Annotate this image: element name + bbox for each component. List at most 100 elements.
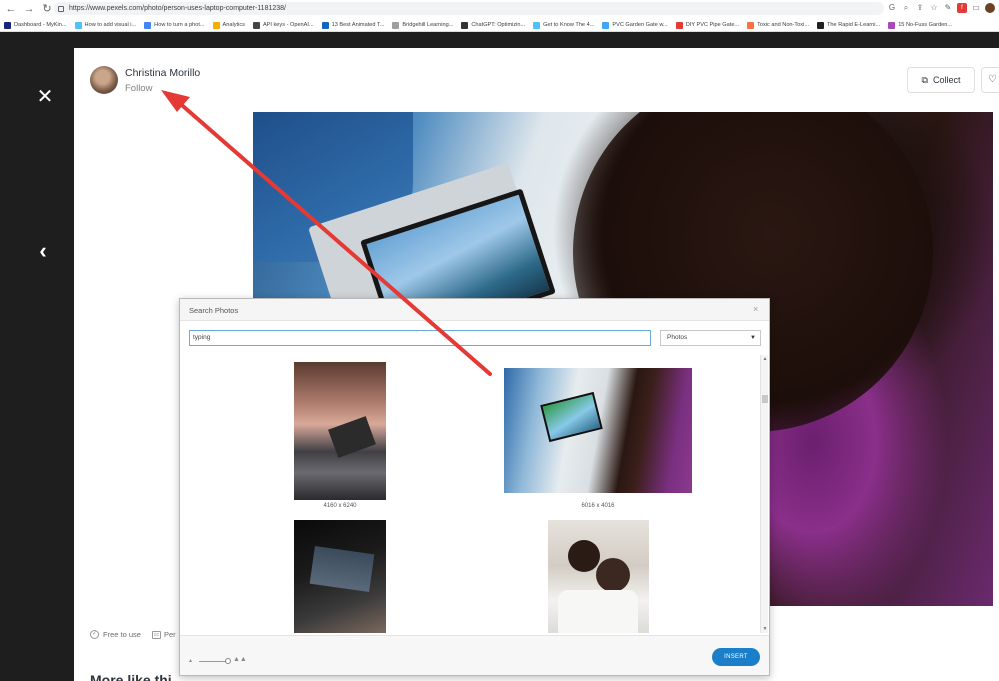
screen: ← → ↻ https://www.pexels.com/photo/perso… xyxy=(0,0,999,681)
bookmark-item[interactable]: How to add visual i... xyxy=(74,21,137,29)
bookmark-item[interactable]: Analytics xyxy=(212,21,245,29)
collect-label: Collect xyxy=(932,75,961,85)
bookmark-favicon-icon xyxy=(461,21,469,29)
share-icon[interactable]: ⇪ xyxy=(915,3,925,13)
back-arrow-icon[interactable]: ← xyxy=(4,2,18,16)
bookmark-favicon-icon xyxy=(392,21,400,29)
previous-photo-chevron-icon[interactable]: ‹ xyxy=(34,240,52,262)
star-icon[interactable]: ☆ xyxy=(929,3,939,13)
bookmark-label: 13 Best Animated T... xyxy=(331,22,385,28)
side-panel-icon[interactable]: ▭ xyxy=(971,3,981,13)
chevron-down-icon: ▼ xyxy=(750,335,756,341)
flipboard-extension-icon[interactable]: f xyxy=(957,3,967,13)
media-type-value: Photos xyxy=(667,334,688,341)
bookmark-favicon-icon xyxy=(252,21,260,29)
bookmark-label: The Rapid E-Learni... xyxy=(827,22,881,28)
free-to-use-badge[interactable]: ✓ Free to use xyxy=(90,630,141,639)
search-photos-dialog: Search Photos × typing Photos ▼ 4160 x 6… xyxy=(179,298,770,676)
bookmark-item[interactable]: How to turn a phot... xyxy=(144,21,205,29)
bookmark-label: 15 No-Fuss Garden... xyxy=(898,22,952,28)
lightbox-backdrop: ✕ ‹ xyxy=(0,32,74,681)
author-avatar[interactable] xyxy=(90,66,118,94)
heart-icon: ♡ xyxy=(988,74,997,85)
bookmark-item[interactable]: Toxic and Non-Toxi... xyxy=(747,21,810,29)
bookmark-item[interactable]: Get to Know The 4... xyxy=(533,21,594,29)
bookmark-label: Analytics xyxy=(222,22,245,28)
bookmark-favicon-icon xyxy=(4,21,11,29)
url-text: https://www.pexels.com/photo/person-uses… xyxy=(69,5,286,12)
extensions-icon[interactable]: ✎ xyxy=(943,3,953,13)
bookmark-favicon-icon xyxy=(602,21,610,29)
close-icon[interactable]: ✕ xyxy=(36,87,54,107)
bookmark-item[interactable]: The Rapid E-Learni... xyxy=(817,21,881,29)
thumbnail-size-slider-knob[interactable] xyxy=(225,658,231,664)
bookmark-label: How to add visual i... xyxy=(84,22,137,28)
check-circle-icon: ✓ xyxy=(90,630,99,639)
bookmark-label: Dashboard - MyKin... xyxy=(14,22,67,28)
bookmark-label: DIY PVC Pipe Gate... xyxy=(685,22,740,28)
dialog-header: Search Photos × xyxy=(180,299,769,321)
scroll-thumb[interactable] xyxy=(762,395,768,403)
bookmark-icon: ⧉ xyxy=(921,74,928,85)
bookmark-label: PVC Garden Gate w... xyxy=(612,22,668,28)
scroll-down-arrow-icon[interactable]: ▼ xyxy=(761,625,769,633)
result-dimensions: 6016 x 4016 xyxy=(581,503,615,509)
bookmark-favicon-icon xyxy=(747,21,755,29)
more-like-this-heading: More like thi xyxy=(90,672,172,681)
browser-actions: G ⌕ ⇪ ☆ ✎ f ▭ xyxy=(887,3,995,13)
browser-toolbar: ← → ↻ https://www.pexels.com/photo/perso… xyxy=(0,0,999,18)
bookmark-item[interactable]: 15 No-Fuss Garden... xyxy=(888,21,952,29)
bookmark-favicon-icon xyxy=(888,21,896,29)
results-grid: 4160 x 6240 6016 x 4016 xyxy=(180,355,757,633)
dialog-title: Search Photos xyxy=(189,306,239,315)
bookmarks-bar: Dashboard - MyKin... How to add visual i.… xyxy=(0,19,999,31)
insert-button[interactable]: INSERT xyxy=(712,648,760,666)
like-button[interactable]: ♡ xyxy=(981,67,999,93)
bookmark-item[interactable]: Bridgehill Learning... xyxy=(392,21,454,29)
bookmark-item[interactable]: 13 Best Animated T... xyxy=(321,21,385,29)
bookmark-label: ChatGPT: Optimizin... xyxy=(471,22,526,28)
thumbnail-size-large-icon: ▲▲ xyxy=(233,656,247,663)
bookmark-label: Toxic and Non-Toxi... xyxy=(757,22,810,28)
dialog-close-icon[interactable]: × xyxy=(753,304,758,314)
bookmark-favicon-icon xyxy=(74,21,82,29)
bookmark-favicon-icon xyxy=(817,21,825,29)
result-thumbnail[interactable] xyxy=(294,362,386,500)
bookmark-label: Bridgehill Learning... xyxy=(402,22,454,28)
reload-icon[interactable]: ↻ xyxy=(40,2,54,16)
search-input[interactable]: typing xyxy=(189,330,651,346)
zoom-icon[interactable]: ⌕ xyxy=(901,3,911,13)
permission-label: Per xyxy=(164,630,176,639)
license-icon: cc xyxy=(152,630,161,639)
bookmark-item[interactable]: Dashboard - MyKin... xyxy=(4,21,67,29)
bookmark-favicon-icon xyxy=(321,21,329,29)
bookmark-item[interactable]: DIY PVC Pipe Gate... xyxy=(675,21,740,29)
dialog-footer: ▲ ▲▲ INSERT xyxy=(180,635,769,675)
bookmark-item[interactable]: ChatGPT: Optimizin... xyxy=(461,21,526,29)
bookmark-favicon-icon xyxy=(533,21,541,29)
result-thumbnail[interactable] xyxy=(548,520,649,633)
browser-chrome: ← → ↻ https://www.pexels.com/photo/perso… xyxy=(0,0,999,32)
result-thumbnail[interactable] xyxy=(504,368,692,493)
free-to-use-label: Free to use xyxy=(103,630,141,639)
bookmark-item[interactable]: API keys - OpenAI... xyxy=(252,21,314,29)
scroll-up-arrow-icon[interactable]: ▲ xyxy=(761,355,769,363)
result-thumbnail[interactable] xyxy=(294,520,386,633)
address-bar[interactable]: https://www.pexels.com/photo/person-uses… xyxy=(54,2,884,15)
follow-link[interactable]: Follow xyxy=(125,83,152,94)
collect-button[interactable]: ⧉ Collect xyxy=(907,67,975,93)
results-scrollbar[interactable]: ▲ ▼ xyxy=(760,355,768,633)
media-type-select[interactable]: Photos ▼ xyxy=(660,330,761,346)
bookmark-item[interactable]: PVC Garden Gate w... xyxy=(602,21,668,29)
author-name[interactable]: Christina Morillo xyxy=(125,67,200,79)
bookmark-favicon-icon xyxy=(144,21,152,29)
bookmark-label: API keys - OpenAI... xyxy=(262,22,314,28)
bookmark-favicon-icon xyxy=(212,21,220,29)
google-icon[interactable]: G xyxy=(887,3,897,13)
permission-badge[interactable]: cc Per xyxy=(152,630,176,639)
result-dimensions: 4160 x 6240 xyxy=(323,503,357,509)
profile-avatar-icon[interactable] xyxy=(985,3,995,13)
forward-arrow-icon[interactable]: → xyxy=(22,2,36,16)
lock-icon xyxy=(58,5,64,12)
bookmark-favicon-icon xyxy=(675,21,683,29)
